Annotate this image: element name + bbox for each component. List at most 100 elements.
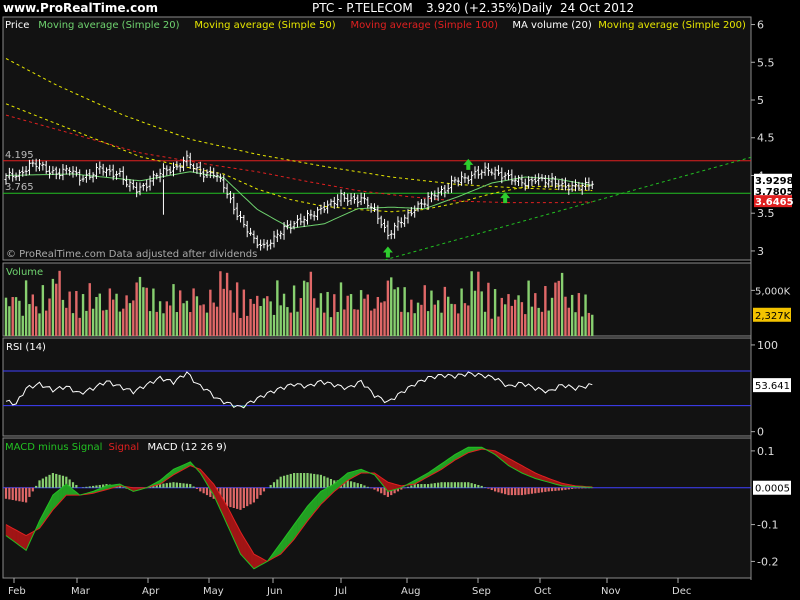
volume-bar: [440, 312, 443, 336]
volume-bar: [51, 278, 55, 336]
macd-hist-bar: [232, 487, 235, 508]
macd-hist-bar: [467, 482, 470, 488]
volume-bar: [249, 298, 252, 336]
volume-bar: [58, 270, 61, 336]
volume-bar: [363, 298, 366, 336]
volume-bar: [195, 296, 199, 336]
macd-hist-bar: [309, 473, 312, 488]
volume-bar: [189, 312, 192, 336]
volume-bar: [410, 299, 413, 336]
rsi-last-label: 53.641: [755, 381, 790, 392]
macd-hist-bar: [443, 482, 446, 488]
volume-bar: [450, 303, 453, 336]
macd-hist-bar: [35, 485, 38, 488]
volume-bar: [329, 317, 333, 336]
macd-hist-bar: [21, 487, 24, 502]
macd-hist-bar: [293, 473, 296, 488]
price-ytick-label-3: 4.5: [757, 132, 775, 145]
volume-bar: [21, 315, 24, 336]
volume-bar: [306, 282, 309, 336]
volume-bar: [477, 271, 480, 336]
volume-bar: [105, 309, 108, 336]
volume-bar: [369, 310, 373, 336]
volume-bar: [148, 311, 152, 336]
macd-hist-bar: [326, 477, 329, 488]
macd-hist-bar: [98, 484, 101, 488]
volume-bar: [591, 314, 594, 336]
volume-bar: [242, 289, 246, 336]
volume-bar: [11, 297, 14, 336]
macd-last-label: 0.0005: [755, 484, 790, 495]
macd-ytick-label-0: 0.1: [757, 445, 775, 458]
period-label: Daily: [522, 1, 552, 15]
volume-bar: [219, 271, 222, 336]
macd-hist-bar: [38, 480, 41, 488]
macd-hist-bar: [262, 487, 266, 492]
volume-bar: [570, 294, 574, 336]
volume-bar: [235, 282, 239, 336]
quote-label: 3.920 (+2.35%): [426, 1, 522, 15]
volume-bar: [152, 288, 155, 336]
volume-bar: [460, 288, 463, 336]
volume-bar: [584, 294, 587, 336]
macd-hist-bar: [571, 487, 574, 489]
volume-bar: [567, 307, 570, 336]
volume-bar: [383, 301, 386, 336]
macd-hist-bar: [18, 487, 21, 502]
macd-hist-bar: [71, 482, 75, 488]
x-tick-label-aug: Aug: [401, 586, 421, 597]
macd-legend-0: MACD minus Signal: [5, 442, 102, 453]
volume-bar: [356, 309, 359, 336]
macd-hist-bar: [48, 474, 51, 488]
macd-hist-bar: [172, 482, 175, 488]
volume-bar: [71, 313, 75, 336]
volume-bar: [534, 293, 537, 336]
price-value-label-2: 3.6465: [755, 197, 794, 208]
volume-bar: [507, 294, 510, 336]
volume-bar: [269, 301, 272, 336]
legend-item-5: Moving average (Simple 200): [598, 20, 746, 31]
macd-hist-bar: [55, 473, 58, 488]
support-label: 3.765: [5, 182, 34, 193]
volume-bar: [323, 312, 326, 336]
macd-hist-bar: [460, 482, 463, 488]
volume-bar: [155, 311, 158, 336]
volume-bar: [128, 303, 132, 336]
volume-bar: [286, 307, 289, 336]
volume-bar: [172, 284, 175, 336]
volume-bar: [75, 291, 78, 336]
volume-bar: [215, 306, 219, 336]
macd-hist-bar: [360, 484, 363, 488]
volume-bar: [185, 300, 189, 336]
x-tick-label-dec: Dec: [672, 586, 691, 597]
volume-bar: [540, 311, 544, 336]
instrument-title: PTC - P.TELECOM: [312, 1, 413, 15]
volume-bar: [530, 306, 534, 336]
macd-hist-bar: [430, 483, 433, 488]
macd-hist-bar: [242, 487, 245, 508]
volume-bar: [413, 313, 416, 336]
macd-hist-bar: [246, 487, 249, 507]
volume-bar: [222, 288, 225, 336]
macd-hist-bar: [447, 482, 450, 488]
macd-hist-bar: [463, 482, 467, 488]
macd-hist-bar: [195, 487, 199, 489]
volume-bar: [366, 294, 369, 336]
macd-hist-bar: [162, 483, 165, 488]
volume-ytick-label: 5,000K: [755, 286, 791, 297]
macd-hist-bar: [416, 484, 420, 488]
volume-bar: [343, 309, 346, 336]
macd-hist-bar: [584, 487, 587, 489]
price-ytick-label-6: 6: [757, 19, 764, 32]
macd-hist-bar: [527, 487, 530, 495]
macd-hist-bar: [25, 487, 28, 503]
volume-bar: [202, 304, 205, 336]
macd-hist-bar: [530, 487, 534, 494]
volume-bar: [175, 312, 179, 336]
macd-hist-bar: [554, 487, 557, 491]
volume-title: Volume: [6, 267, 43, 278]
macd-hist-bar: [440, 482, 443, 488]
volume-bar: [38, 313, 41, 336]
volume-bar: [443, 286, 447, 336]
legend-item-2: Moving average (Simple 50): [194, 20, 335, 31]
